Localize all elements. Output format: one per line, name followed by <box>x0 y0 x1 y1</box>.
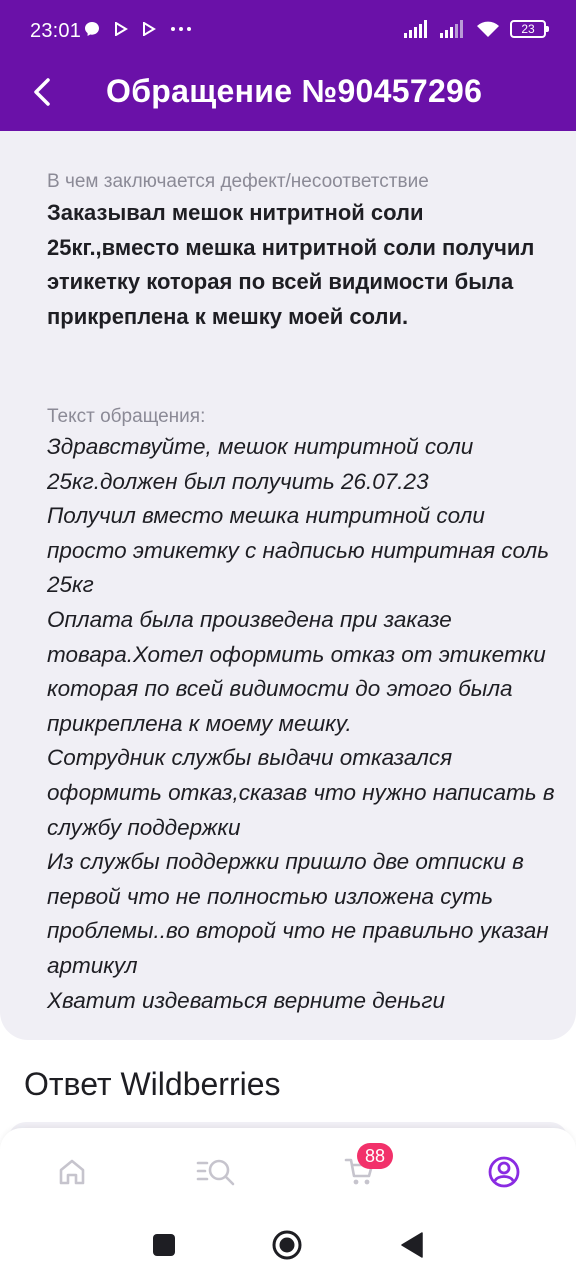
bottom-nav <box>0 1128 576 1218</box>
system-home-button[interactable] <box>272 1230 302 1265</box>
signal-icon <box>404 20 427 38</box>
wifi-icon <box>477 21 499 37</box>
home-circle-icon <box>272 1230 302 1260</box>
system-back-button[interactable] <box>400 1232 424 1263</box>
defect-label: В чем заключается дефект/несоответствие <box>47 171 429 192</box>
system-nav-bar <box>0 1218 576 1280</box>
page-title: Обращение №90457296 <box>106 73 483 109</box>
status-time: 23:01 <box>30 20 82 42</box>
nav-catalog[interactable] <box>194 1150 238 1194</box>
status-bar: 23:01 23 <box>0 0 576 64</box>
play-icon <box>143 22 156 36</box>
cart-badge: 88 <box>357 1143 393 1169</box>
signal-icon <box>440 20 463 38</box>
recents-button[interactable] <box>152 1233 176 1262</box>
answer-title: Ответ Wildberries <box>24 1066 281 1102</box>
play-icon <box>115 22 128 36</box>
appeal-label: Текст обращения: <box>47 406 206 427</box>
chevron-left-icon <box>34 78 50 106</box>
home-icon <box>59 1159 85 1185</box>
nav-home[interactable] <box>50 1150 94 1194</box>
messenger-icon <box>85 22 99 36</box>
notification-icons <box>84 21 192 37</box>
app-bar: Обращение №90457296 <box>0 64 576 131</box>
back-button[interactable] <box>22 72 62 112</box>
nav-profile[interactable] <box>482 1150 526 1194</box>
battery-icon: 23 <box>510 20 549 38</box>
appeal-text: Здравствуйте, мешок нитритной соли 25кг.… <box>47 434 555 1013</box>
recents-icon <box>153 1234 175 1256</box>
back-triangle-icon <box>401 1232 423 1258</box>
catalog-search-icon <box>196 1159 235 1186</box>
more-dots-icon <box>171 27 191 31</box>
app-header: 23:01 23 Обращение №90457296 <box>0 0 576 131</box>
defect-text: Заказывал мешок нитритной соли 25кг.,вме… <box>47 200 535 329</box>
status-right: 23 <box>404 20 549 38</box>
profile-icon <box>488 1156 520 1188</box>
